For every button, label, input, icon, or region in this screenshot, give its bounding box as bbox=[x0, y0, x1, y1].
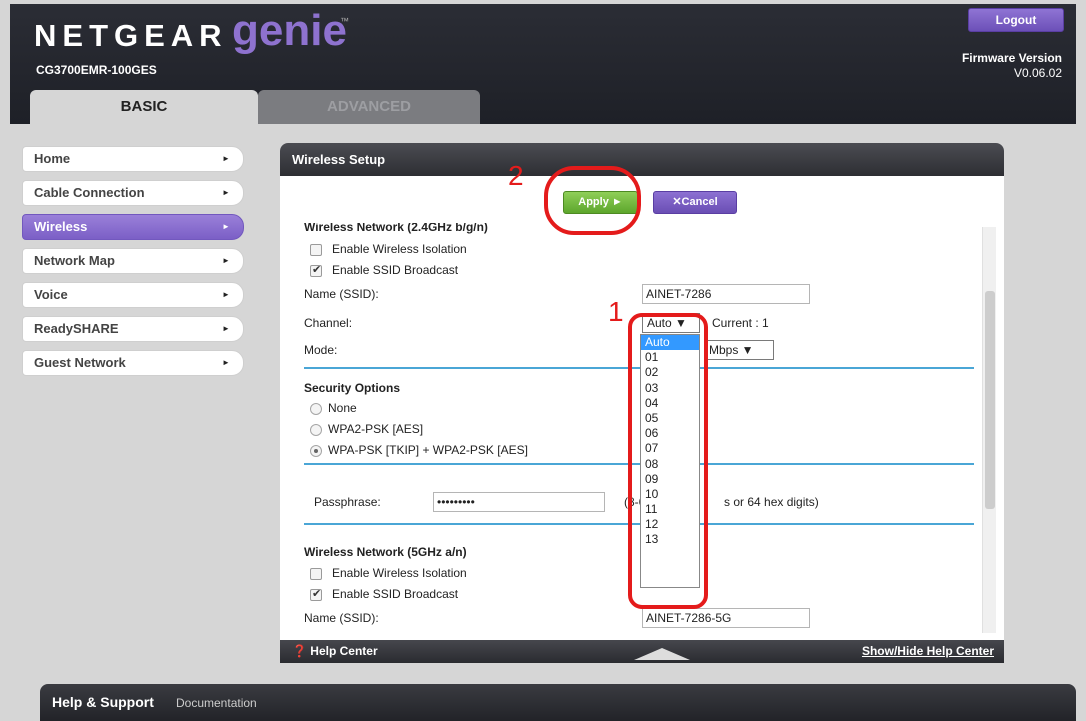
chevron-right-icon: ► bbox=[222, 222, 230, 231]
isolation-checkbox-5ghz[interactable] bbox=[310, 568, 322, 580]
trademark-mark: ™ bbox=[340, 16, 349, 26]
security-wpa2-label: WPA2-PSK [AES] bbox=[328, 422, 424, 436]
tab-advanced[interactable]: ADVANCED bbox=[258, 90, 480, 124]
chevron-right-icon: ► bbox=[222, 358, 230, 367]
security-wpa2-radio[interactable] bbox=[310, 424, 322, 436]
sidebar-item-readyshare[interactable]: ReadySHARE ► bbox=[22, 316, 244, 342]
current-channel: Current : 1 bbox=[712, 316, 769, 330]
show-hide-help-link[interactable]: Show/Hide Help Center bbox=[862, 644, 994, 658]
security-none-label: None bbox=[328, 401, 357, 415]
footer-title: Help & Support bbox=[52, 694, 154, 710]
help-icon: ❓ bbox=[292, 644, 307, 658]
broadcast-label-24ghz: Enable SSID Broadcast bbox=[332, 263, 459, 277]
netgear-logo: NETGEAR bbox=[34, 18, 228, 53]
vertical-scrollbar[interactable] bbox=[982, 227, 996, 633]
model-number: CG3700EMR-100GES bbox=[36, 63, 157, 77]
scrollbar-thumb[interactable] bbox=[985, 291, 995, 509]
firmware-label: Firmware Version bbox=[961, 51, 1062, 65]
documentation-link[interactable]: Documentation bbox=[176, 696, 257, 710]
chevron-right-icon: ► bbox=[222, 188, 230, 197]
ssid-label-5ghz: Name (SSID): bbox=[304, 611, 379, 625]
security-none-radio[interactable] bbox=[310, 403, 322, 415]
genie-logo: genie bbox=[232, 6, 347, 55]
header-bar: NETGEAR genie ™ CG3700EMR-100GES Logout … bbox=[10, 4, 1076, 124]
sidebar-item-label: Network Map bbox=[34, 253, 115, 268]
help-center-label: Help Center bbox=[310, 644, 378, 658]
section-heading-5ghz: Wireless Network (5GHz a/n) bbox=[304, 545, 467, 559]
security-wpa-wpa2-radio[interactable] bbox=[310, 445, 322, 457]
sidebar-item-label: Guest Network bbox=[34, 355, 126, 370]
passphrase-field[interactable]: ••••••••• bbox=[433, 492, 605, 512]
channel-label: Channel: bbox=[304, 316, 353, 330]
chevron-right-icon: ► bbox=[222, 290, 230, 299]
help-center-bar: ❓ Help Center Show/Hide Help Center bbox=[280, 640, 1004, 663]
sidebar-item-wireless[interactable]: Wireless ► bbox=[22, 214, 244, 240]
mode-select[interactable]: Mbps ▼ bbox=[704, 340, 774, 360]
annotation-number-2: 2 bbox=[508, 160, 524, 191]
broadcast-checkbox-24ghz[interactable] bbox=[310, 263, 322, 277]
isolation-checkbox-24ghz[interactable] bbox=[310, 244, 322, 256]
sidebar-item-voice[interactable]: Voice ► bbox=[22, 282, 244, 308]
annotation-outline-channel-list bbox=[628, 313, 708, 609]
tab-basic[interactable]: BASIC bbox=[30, 90, 258, 124]
section-heading-24ghz: Wireless Network (2.4GHz b/g/n) bbox=[304, 223, 488, 234]
firmware-version: V0.06.02 bbox=[1013, 66, 1062, 80]
help-support-footer: Help & Support Documentation bbox=[40, 684, 1076, 721]
security-options-heading: Security Options bbox=[304, 381, 401, 395]
sidebar-item-guest-network[interactable]: Guest Network ► bbox=[22, 350, 244, 376]
chevron-right-icon: ► bbox=[222, 154, 230, 163]
chevron-right-icon: ► bbox=[222, 256, 230, 265]
broadcast-label-5ghz: Enable SSID Broadcast bbox=[332, 587, 459, 601]
sidebar-item-cable-connection[interactable]: Cable Connection ► bbox=[22, 180, 244, 206]
logout-button[interactable]: Logout bbox=[968, 8, 1064, 32]
mode-label: Mode: bbox=[304, 343, 338, 357]
panel-title: Wireless Setup bbox=[280, 143, 1004, 176]
ssid-field-5ghz[interactable]: AINET-7286-5G bbox=[642, 608, 810, 628]
expand-triangle-icon[interactable] bbox=[634, 648, 690, 660]
passphrase-label: Passphrase: bbox=[314, 495, 381, 509]
sidebar-item-label: ReadySHARE bbox=[34, 321, 119, 336]
security-wpa-wpa2-label: WPA-PSK [TKIP] + WPA2-PSK [AES] bbox=[328, 443, 528, 457]
chevron-right-icon: ► bbox=[222, 324, 230, 333]
help-center-link[interactable]: ❓ Help Center bbox=[292, 644, 378, 658]
sidebar-item-label: Home bbox=[34, 151, 71, 166]
annotation-outline-apply bbox=[544, 166, 641, 235]
sidebar-item-label: Wireless bbox=[34, 219, 88, 234]
ssid-field-24ghz[interactable]: AINET-7286 bbox=[642, 284, 810, 304]
isolation-label-24ghz: Enable Wireless Isolation bbox=[332, 242, 467, 256]
sidebar-item-home[interactable]: Home ► bbox=[22, 146, 244, 172]
sidebar-item-network-map[interactable]: Network Map ► bbox=[22, 248, 244, 274]
isolation-label-5ghz: Enable Wireless Isolation bbox=[332, 566, 467, 580]
cancel-button[interactable]: ✕Cancel bbox=[653, 191, 737, 214]
annotation-number-1: 1 bbox=[608, 296, 624, 327]
ssid-label-24ghz: Name (SSID): bbox=[304, 287, 379, 301]
broadcast-checkbox-5ghz[interactable] bbox=[310, 587, 322, 601]
passphrase-hint-suffix: s or 64 hex digits) bbox=[724, 495, 819, 509]
sidebar-item-label: Cable Connection bbox=[34, 185, 145, 200]
sidebar-item-label: Voice bbox=[34, 287, 68, 302]
